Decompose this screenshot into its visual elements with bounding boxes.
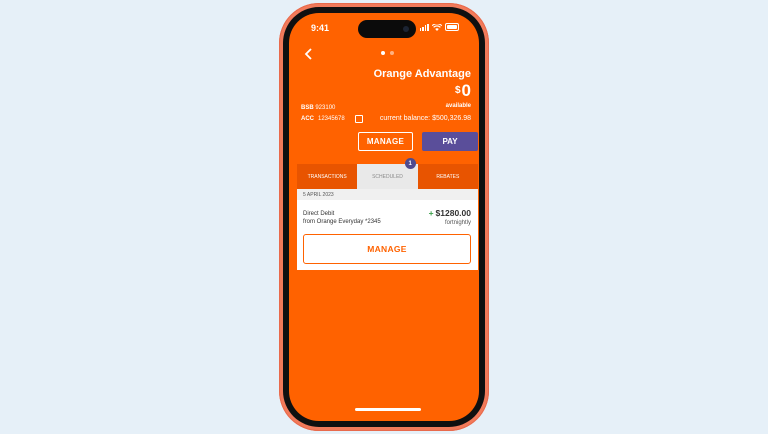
scheduled-panel: 5 APRIL 2023 Direct Debit from Orange Ev… — [297, 189, 478, 270]
tab-transactions[interactable]: TRANSACTIONS — [297, 164, 358, 189]
page-indicator — [381, 51, 394, 55]
transaction-amount: + $1280.00 — [429, 208, 471, 218]
copy-icon[interactable] — [354, 115, 363, 123]
manage-scheduled-button[interactable]: MANAGE — [303, 234, 471, 264]
battery-icon — [445, 23, 459, 31]
acc-value: 12345678 — [318, 116, 345, 122]
tab-rebates[interactable]: REBATES — [417, 164, 478, 189]
status-time: 9:41 — [311, 23, 330, 33]
available-balance: $ 0 — [455, 82, 471, 100]
phone-frame: 9:41 Orange Advantage $ 0 available BSB … — [279, 3, 489, 431]
transaction-type: Direct Debit — [303, 211, 335, 217]
manage-button[interactable]: MANAGE — [358, 132, 413, 151]
phone-bezel: 9:41 Orange Advantage $ 0 available BSB … — [283, 7, 485, 427]
home-indicator[interactable] — [355, 408, 421, 411]
current-balance: current balance: $500,326.98 — [379, 115, 471, 122]
date-header: 5 APRIL 2023 — [297, 189, 478, 200]
page-dot-active — [381, 51, 385, 55]
page-dot — [390, 51, 394, 55]
balance-amount: 0 — [461, 81, 471, 100]
tab-scheduled[interactable]: SCHEDULED 1 — [357, 158, 418, 189]
wifi-icon — [432, 23, 442, 31]
account-name: Orange Advantage — [373, 68, 471, 80]
transaction-description: Direct Debit from Orange Everyday *2345 — [303, 210, 381, 226]
transaction-frequency: fortnightly — [444, 220, 471, 226]
bsb-value: 923100 — [315, 105, 336, 111]
account-tabs: TRANSACTIONS SCHEDULED 1 REBATES — [297, 158, 478, 189]
amount-value: $1280.00 — [435, 208, 471, 218]
pay-button[interactable]: PAY — [422, 132, 478, 151]
back-chevron-icon[interactable] — [304, 47, 313, 63]
tab-label: SCHEDULED — [372, 173, 403, 180]
status-icons — [419, 23, 459, 31]
acc-label: ACC — [301, 116, 314, 122]
signal-icon — [419, 23, 429, 31]
available-label: available — [445, 103, 471, 109]
acc-row: ACC 12345678 — [301, 115, 363, 123]
tab-label: REBATES — [436, 173, 460, 180]
bsb-row: BSB 923100 — [301, 105, 335, 111]
scheduled-count-badge: 1 — [404, 158, 416, 169]
amount-sign: + — [428, 208, 434, 218]
bsb-label: BSB — [301, 105, 314, 111]
app-screen: 9:41 Orange Advantage $ 0 available BSB … — [289, 13, 479, 421]
camera-dot — [403, 26, 409, 32]
balance-currency: $ — [454, 85, 461, 96]
transaction-source: from Orange Everyday *2345 — [303, 219, 381, 225]
tab-label: TRANSACTIONS — [307, 173, 347, 180]
dynamic-island — [358, 20, 416, 38]
